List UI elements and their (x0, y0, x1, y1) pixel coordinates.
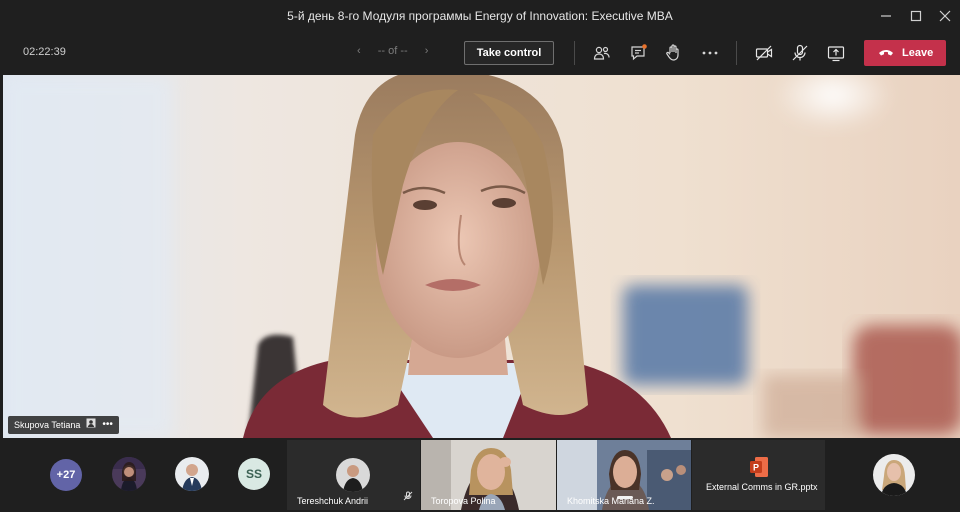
tile-name: Khomitska Mariana Z. (567, 496, 655, 506)
toolbar-divider (574, 41, 575, 65)
toolbar-divider (736, 41, 737, 65)
mic-off-icon[interactable] (790, 43, 810, 63)
minimize-icon[interactable] (876, 6, 896, 26)
next-slide-icon[interactable]: › (425, 45, 429, 57)
camera-off-icon[interactable] (754, 43, 774, 63)
tile-name: External Comms in GR.pptx (706, 482, 818, 492)
meeting-toolbar: 02:22:39 ‹ -- of -- › Take control Leave (0, 32, 960, 74)
svg-text:P: P (753, 463, 759, 473)
speaker-name-tag: Skupova Tetiana ••• (8, 416, 119, 434)
mic-off-icon (403, 488, 413, 506)
leave-button[interactable]: Leave (864, 40, 946, 66)
participant-options-icon[interactable]: ••• (102, 416, 113, 434)
tile-name: Toropova Polina (431, 496, 496, 506)
participant-video-tile[interactable]: Khomitska Mariana Z. (557, 440, 691, 510)
take-control-button[interactable]: Take control (464, 41, 554, 65)
share-screen-icon[interactable] (826, 43, 846, 63)
leave-label: Leave (902, 47, 934, 59)
prev-slide-icon[interactable]: ‹ (357, 45, 361, 57)
slide-pager: ‹ -- of -- › (357, 45, 428, 57)
participant-video-tile[interactable]: Toropova Polina (421, 440, 556, 510)
pager-text: -- of -- (377, 45, 408, 57)
speaker-video-image (3, 75, 960, 438)
speaker-name: Skupova Tetiana (14, 420, 81, 430)
participant-tile[interactable]: Tereshchuk Andrii (287, 440, 420, 510)
more-participants-badge[interactable]: +27 (50, 459, 82, 491)
avatar (336, 458, 370, 492)
tile-name: Tereshchuk Andrii (297, 496, 369, 506)
close-icon[interactable] (935, 6, 955, 26)
person-icon (86, 416, 96, 434)
phone-hangup-icon (878, 47, 894, 62)
avatar[interactable] (873, 454, 915, 496)
powerpoint-icon: P (749, 456, 769, 483)
avatar[interactable] (112, 457, 146, 491)
call-timer: 02:22:39 (23, 46, 66, 58)
participants-icon[interactable] (592, 43, 612, 63)
title-bar: 5-й день 8-го Модуля программы Energy of… (0, 0, 960, 32)
maximize-icon[interactable] (906, 6, 926, 26)
avatar[interactable] (175, 457, 209, 491)
more-options-icon[interactable] (700, 43, 720, 63)
window-title: 5-й день 8-го Модуля программы Energy of… (287, 9, 673, 23)
shared-file-tile[interactable]: P External Comms in GR.pptx (692, 440, 825, 510)
chat-icon[interactable] (629, 43, 649, 63)
main-video (3, 75, 960, 438)
initials-avatar[interactable]: SS (238, 458, 270, 490)
raise-hand-icon[interactable] (664, 43, 684, 63)
